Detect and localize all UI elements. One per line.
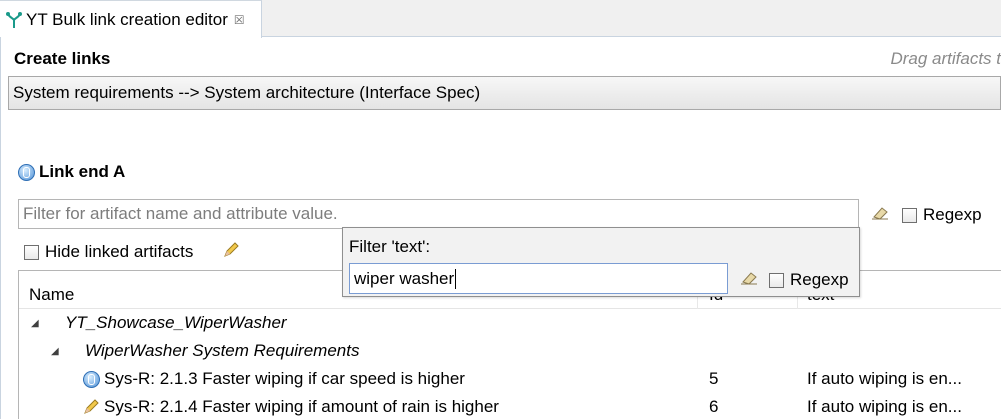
column-header-name[interactable]: Name — [29, 285, 74, 305]
hide-linked-row[interactable]: Hide linked artifacts — [24, 242, 193, 262]
editor-tab-bar: YT Bulk link creation editor ☒ — [0, 0, 1001, 38]
regexp-checkbox-row[interactable]: Regexp — [902, 205, 982, 225]
artifact-filter-input[interactable]: Filter for artifact name and attribute v… — [18, 199, 859, 229]
tree-row-project[interactable]: ◢ YT_Showcase_WiperWasher — [19, 309, 1001, 337]
text-caret — [455, 268, 457, 289]
hide-linked-label: Hide linked artifacts — [45, 242, 194, 261]
table-row[interactable]: Sys-R: 2.1.3 Faster wiping if car speed … — [19, 365, 1001, 393]
column-filter-input[interactable]: wiper washer — [349, 263, 728, 294]
info-icon — [83, 370, 100, 388]
row-text: If auto wiping is en... — [807, 397, 962, 416]
column-filter-popup: Filter 'text': wiper washer Regexp — [342, 227, 860, 297]
row-id: 6 — [709, 397, 719, 416]
row-text: If auto wiping is en... — [807, 369, 962, 388]
column-filter-value: wiper washer — [354, 268, 455, 288]
drag-hint: Drag artifacts t — [890, 49, 1001, 68]
expand-toggle-icon[interactable]: ◢ — [51, 346, 59, 357]
link-end-heading: Link end A — [18, 162, 125, 182]
link-end-label: Link end A — [39, 162, 126, 181]
regexp-label: Regexp — [923, 205, 982, 224]
row-name: Sys-R: 2.1.4 Faster wiping if amount of … — [104, 397, 499, 416]
pencil-icon — [84, 399, 99, 414]
tree-row-module[interactable]: ◢ WiperWasher System Requirements — [19, 337, 1001, 365]
pencil-icon — [224, 242, 239, 257]
link-type-combo-value: System requirements --> System architect… — [13, 83, 481, 102]
tab-title: YT Bulk link creation editor — [26, 9, 228, 29]
row-id: 5 — [709, 369, 719, 388]
link-editor-icon — [6, 11, 22, 28]
tree-row-label: YT_Showcase_WiperWasher — [65, 313, 287, 332]
popup-regexp-label: Regexp — [790, 270, 849, 289]
editor-left-border — [0, 37, 1, 419]
clear-filter-icon[interactable] — [871, 206, 889, 220]
hide-linked-checkbox[interactable] — [24, 244, 39, 260]
regexp-checkbox[interactable] — [902, 207, 917, 223]
close-tab-icon[interactable]: ☒ — [234, 13, 245, 27]
info-icon — [18, 163, 35, 181]
tab-bulk-link-editor[interactable]: YT Bulk link creation editor ☒ — [0, 0, 262, 38]
popup-regexp-row[interactable]: Regexp — [769, 270, 849, 290]
row-name: Sys-R: 2.1.3 Faster wiping if car speed … — [104, 369, 465, 388]
link-type-combo[interactable]: System requirements --> System architect… — [8, 76, 1001, 110]
tree-row-label: WiperWasher System Requirements — [85, 341, 360, 360]
clear-filter-icon[interactable] — [740, 271, 758, 285]
popup-regexp-checkbox[interactable] — [769, 272, 784, 288]
table-row[interactable]: Sys-R: 2.1.4 Faster wiping if amount of … — [19, 393, 1001, 419]
expand-toggle-icon[interactable]: ◢ — [31, 318, 39, 329]
section-title: Create links — [14, 49, 111, 68]
artifact-filter-placeholder: Filter for artifact name and attribute v… — [23, 204, 338, 223]
popup-title: Filter 'text': — [349, 237, 431, 256]
